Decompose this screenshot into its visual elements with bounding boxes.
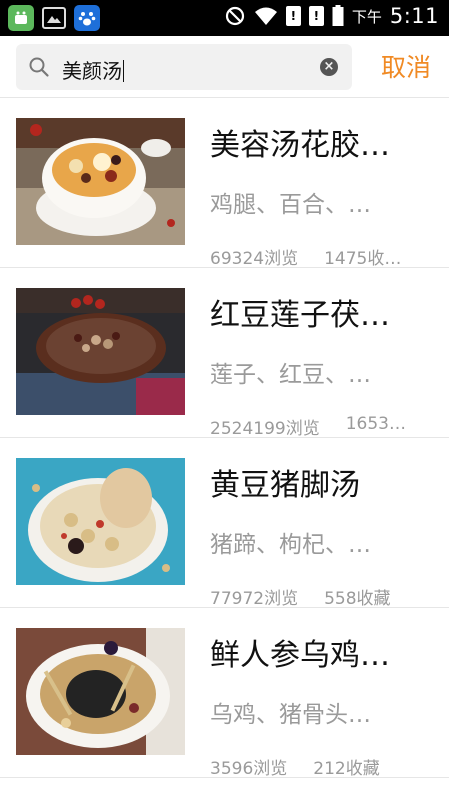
paw-app-icon bbox=[74, 5, 100, 31]
item-favorites: 1653… bbox=[345, 414, 406, 434]
pork-trotter-soup-photo bbox=[16, 458, 185, 585]
status-ampm: 下午 bbox=[351, 7, 382, 26]
item-title: 鲜人参乌鸡… bbox=[210, 638, 390, 673]
sim-icon: ! bbox=[308, 6, 324, 26]
result-list: 美容汤花胶… 鸡腿、百合、… 69324浏览 1475收… 红豆莲子茯… 莲子、… bbox=[0, 98, 449, 779]
list-item[interactable]: 黄豆猪脚汤 猪蹄、枸杞、… 77972浏览 558收藏 bbox=[0, 438, 449, 609]
search-icon bbox=[29, 57, 49, 77]
status-bar: ! ! 下午 5:11 bbox=[0, 0, 449, 36]
item-views: 77972浏览 bbox=[210, 589, 299, 609]
item-ingredients: 乌鸡、猪骨头… bbox=[210, 702, 371, 728]
item-views: 3596浏览 bbox=[210, 759, 288, 779]
item-favorites: 212收藏 bbox=[313, 759, 380, 779]
search-input-text: 美颜汤 bbox=[62, 59, 122, 83]
search-input[interactable]: 美颜汤 bbox=[62, 55, 124, 84]
soup-bowl-photo bbox=[16, 118, 185, 245]
cancel-button[interactable]: 取消 bbox=[381, 48, 431, 84]
image-icon bbox=[42, 7, 66, 29]
app-store-icon bbox=[8, 5, 34, 31]
mute-icon bbox=[225, 6, 244, 26]
battery-icon bbox=[332, 5, 344, 26]
item-views: 69324浏览 bbox=[210, 249, 299, 269]
text-caret bbox=[123, 60, 124, 82]
item-ingredients: 鸡腿、百合、… bbox=[210, 192, 371, 218]
clear-icon[interactable]: × bbox=[320, 58, 338, 76]
item-favorites: 558收藏 bbox=[324, 589, 391, 609]
search-bar: 美颜汤 × 取消 bbox=[0, 36, 449, 98]
item-ingredients: 莲子、红豆、… bbox=[210, 362, 371, 388]
list-item[interactable]: 美容汤花胶… 鸡腿、百合、… 69324浏览 1475收… bbox=[0, 98, 449, 269]
item-title: 黄豆猪脚汤 bbox=[210, 468, 360, 503]
status-time: 5:11 bbox=[389, 4, 439, 28]
item-title: 红豆莲子茯… bbox=[210, 298, 390, 333]
item-stats: 3596浏览 212收藏 bbox=[210, 754, 435, 779]
wifi-icon bbox=[254, 7, 277, 25]
list-item[interactable]: 鲜人参乌鸡… 乌鸡、猪骨头… 3596浏览 212收藏 bbox=[0, 608, 449, 779]
red-bean-soup-photo bbox=[16, 288, 185, 415]
item-stats: 2524199浏览 1653… bbox=[210, 414, 435, 439]
search-field[interactable]: 美颜汤 × bbox=[16, 44, 352, 90]
black-chicken-soup-photo bbox=[16, 628, 185, 755]
sim-icon: ! bbox=[285, 6, 301, 26]
list-item[interactable]: 红豆莲子茯… 莲子、红豆、… 2524199浏览 1653… bbox=[0, 268, 449, 439]
item-favorites: 1475收… bbox=[324, 249, 402, 269]
item-views: 2524199浏览 bbox=[210, 419, 320, 439]
item-title: 美容汤花胶… bbox=[210, 128, 390, 163]
item-stats: 77972浏览 558收藏 bbox=[210, 584, 435, 609]
item-stats: 69324浏览 1475收… bbox=[210, 244, 435, 269]
item-ingredients: 猪蹄、枸杞、… bbox=[210, 532, 371, 558]
